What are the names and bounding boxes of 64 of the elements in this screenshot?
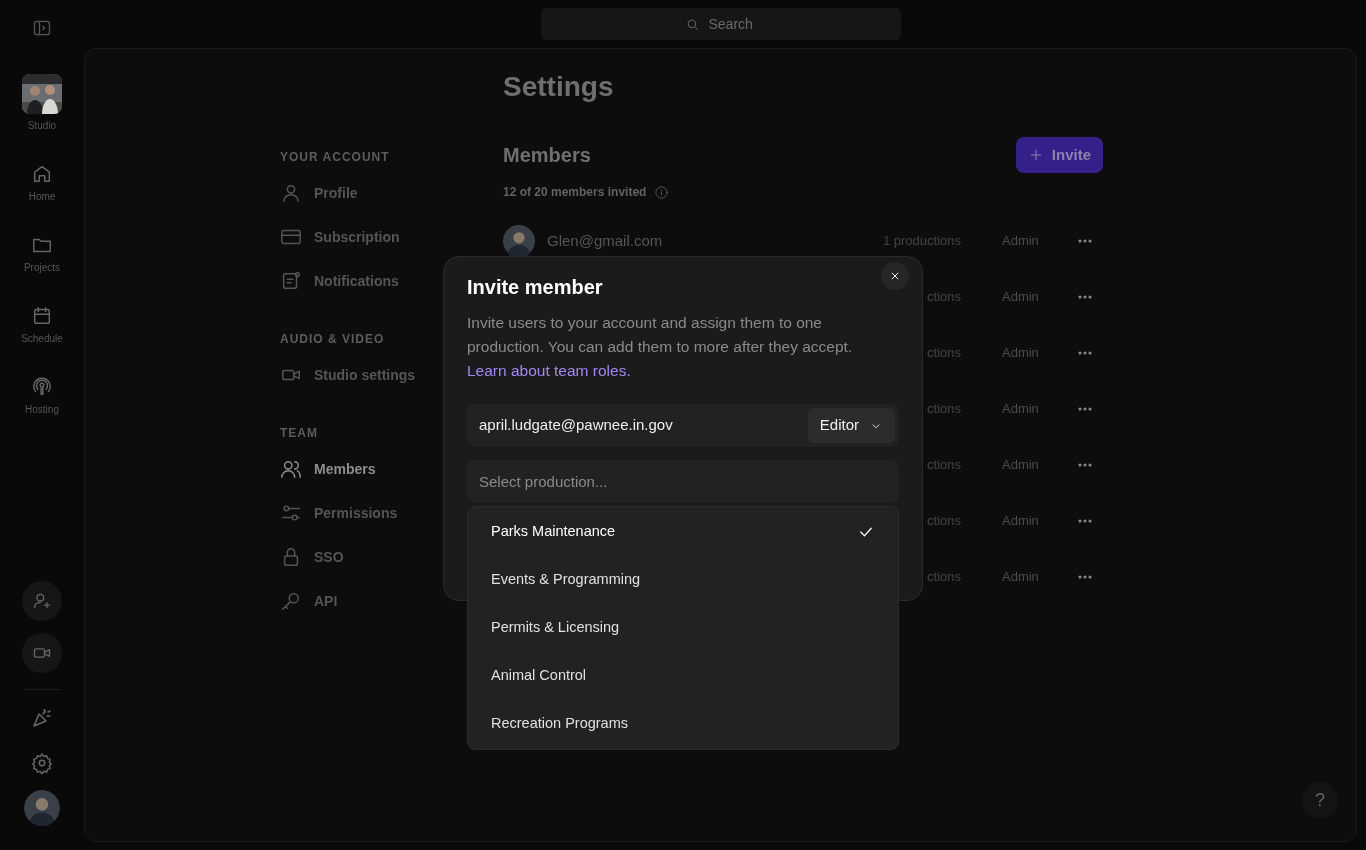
member-email: Glen@gmail.com <box>547 232 663 249</box>
rail-nav-item[interactable]: Hosting <box>25 376 59 417</box>
role-dropdown[interactable]: Editor <box>807 408 895 443</box>
rail-nav-item[interactable]: Studio <box>22 74 62 133</box>
user-icon <box>280 182 302 204</box>
member-role: Admin <box>1002 232 1040 251</box>
production-option[interactable]: Events & Programming <box>468 556 898 604</box>
sidebar-toggle-icon <box>32 18 52 38</box>
user-avatar <box>24 790 60 826</box>
section-heading: YOUR ACCOUNT <box>280 149 391 165</box>
info-icon <box>654 184 670 200</box>
home-icon <box>31 163 53 185</box>
more-icon <box>1078 575 1092 579</box>
notification-icon <box>280 270 302 292</box>
video-button[interactable] <box>22 633 62 673</box>
member-role: Admin <box>1002 568 1040 587</box>
page-title: Settings <box>503 70 615 104</box>
section-heading: AUDIO & VIDEO <box>280 331 386 347</box>
whats-new-button[interactable] <box>30 706 54 730</box>
search-field[interactable]: Search <box>540 8 901 40</box>
production-option[interactable]: Parks Maintenance <box>468 508 898 556</box>
more-options-button[interactable] <box>1078 407 1092 411</box>
more-options-button[interactable] <box>1078 239 1092 243</box>
calendar-icon <box>31 305 53 327</box>
more-icon <box>1078 463 1092 467</box>
settings-button[interactable] <box>31 752 53 774</box>
section-title: Members <box>503 143 591 168</box>
member-role: Admin <box>1002 400 1040 419</box>
podcast-icon <box>31 376 53 398</box>
rail-nav-item[interactable]: Home <box>28 163 56 204</box>
more-options-button[interactable] <box>1078 351 1092 355</box>
more-options-button[interactable] <box>1078 295 1092 299</box>
production-select[interactable]: Select production... <box>467 460 899 503</box>
production-option[interactable]: Permits & Licensing <box>468 604 898 652</box>
more-icon <box>1078 239 1092 243</box>
user-plus-icon <box>32 591 52 611</box>
users-icon <box>280 458 302 480</box>
email-field[interactable]: april.ludgate@pawnee.in.gov Editor <box>467 404 899 447</box>
sliders-icon <box>280 502 302 524</box>
member-role: Admin <box>1002 288 1040 307</box>
dialog-title: Invite member <box>467 275 603 300</box>
invite-button[interactable]: Invite <box>1015 137 1103 173</box>
member-count: 12 of 20 members invited <box>503 184 647 201</box>
member-role: Admin <box>1002 456 1040 475</box>
settings-icon <box>31 752 53 774</box>
production-option[interactable]: Recreation Programs <box>468 700 898 748</box>
more-icon <box>1078 295 1092 299</box>
profile-button[interactable] <box>24 790 60 826</box>
more-options-button[interactable] <box>1078 575 1092 579</box>
invite-user-button[interactable] <box>22 581 62 621</box>
party-popper-icon <box>30 706 54 730</box>
more-icon <box>1078 351 1092 355</box>
production-option[interactable]: Animal Control <box>468 652 898 700</box>
key-icon <box>280 590 302 612</box>
more-icon <box>1078 519 1092 523</box>
member-role: Admin <box>1002 344 1040 363</box>
more-icon <box>1078 407 1092 411</box>
dialog-description: Invite users to your account and assign them to one production. You can add them to more after they accept. Learn about team roles. <box>467 313 854 381</box>
more-options-button[interactable] <box>1078 463 1092 467</box>
rail-nav-item[interactable]: Projects <box>23 234 61 275</box>
team-roles-link[interactable]: Learn about team roles. <box>467 362 631 379</box>
rail-nav-item[interactable]: Schedule <box>21 305 63 346</box>
more-options-button[interactable] <box>1078 519 1092 523</box>
member-role: Admin <box>1002 512 1040 531</box>
